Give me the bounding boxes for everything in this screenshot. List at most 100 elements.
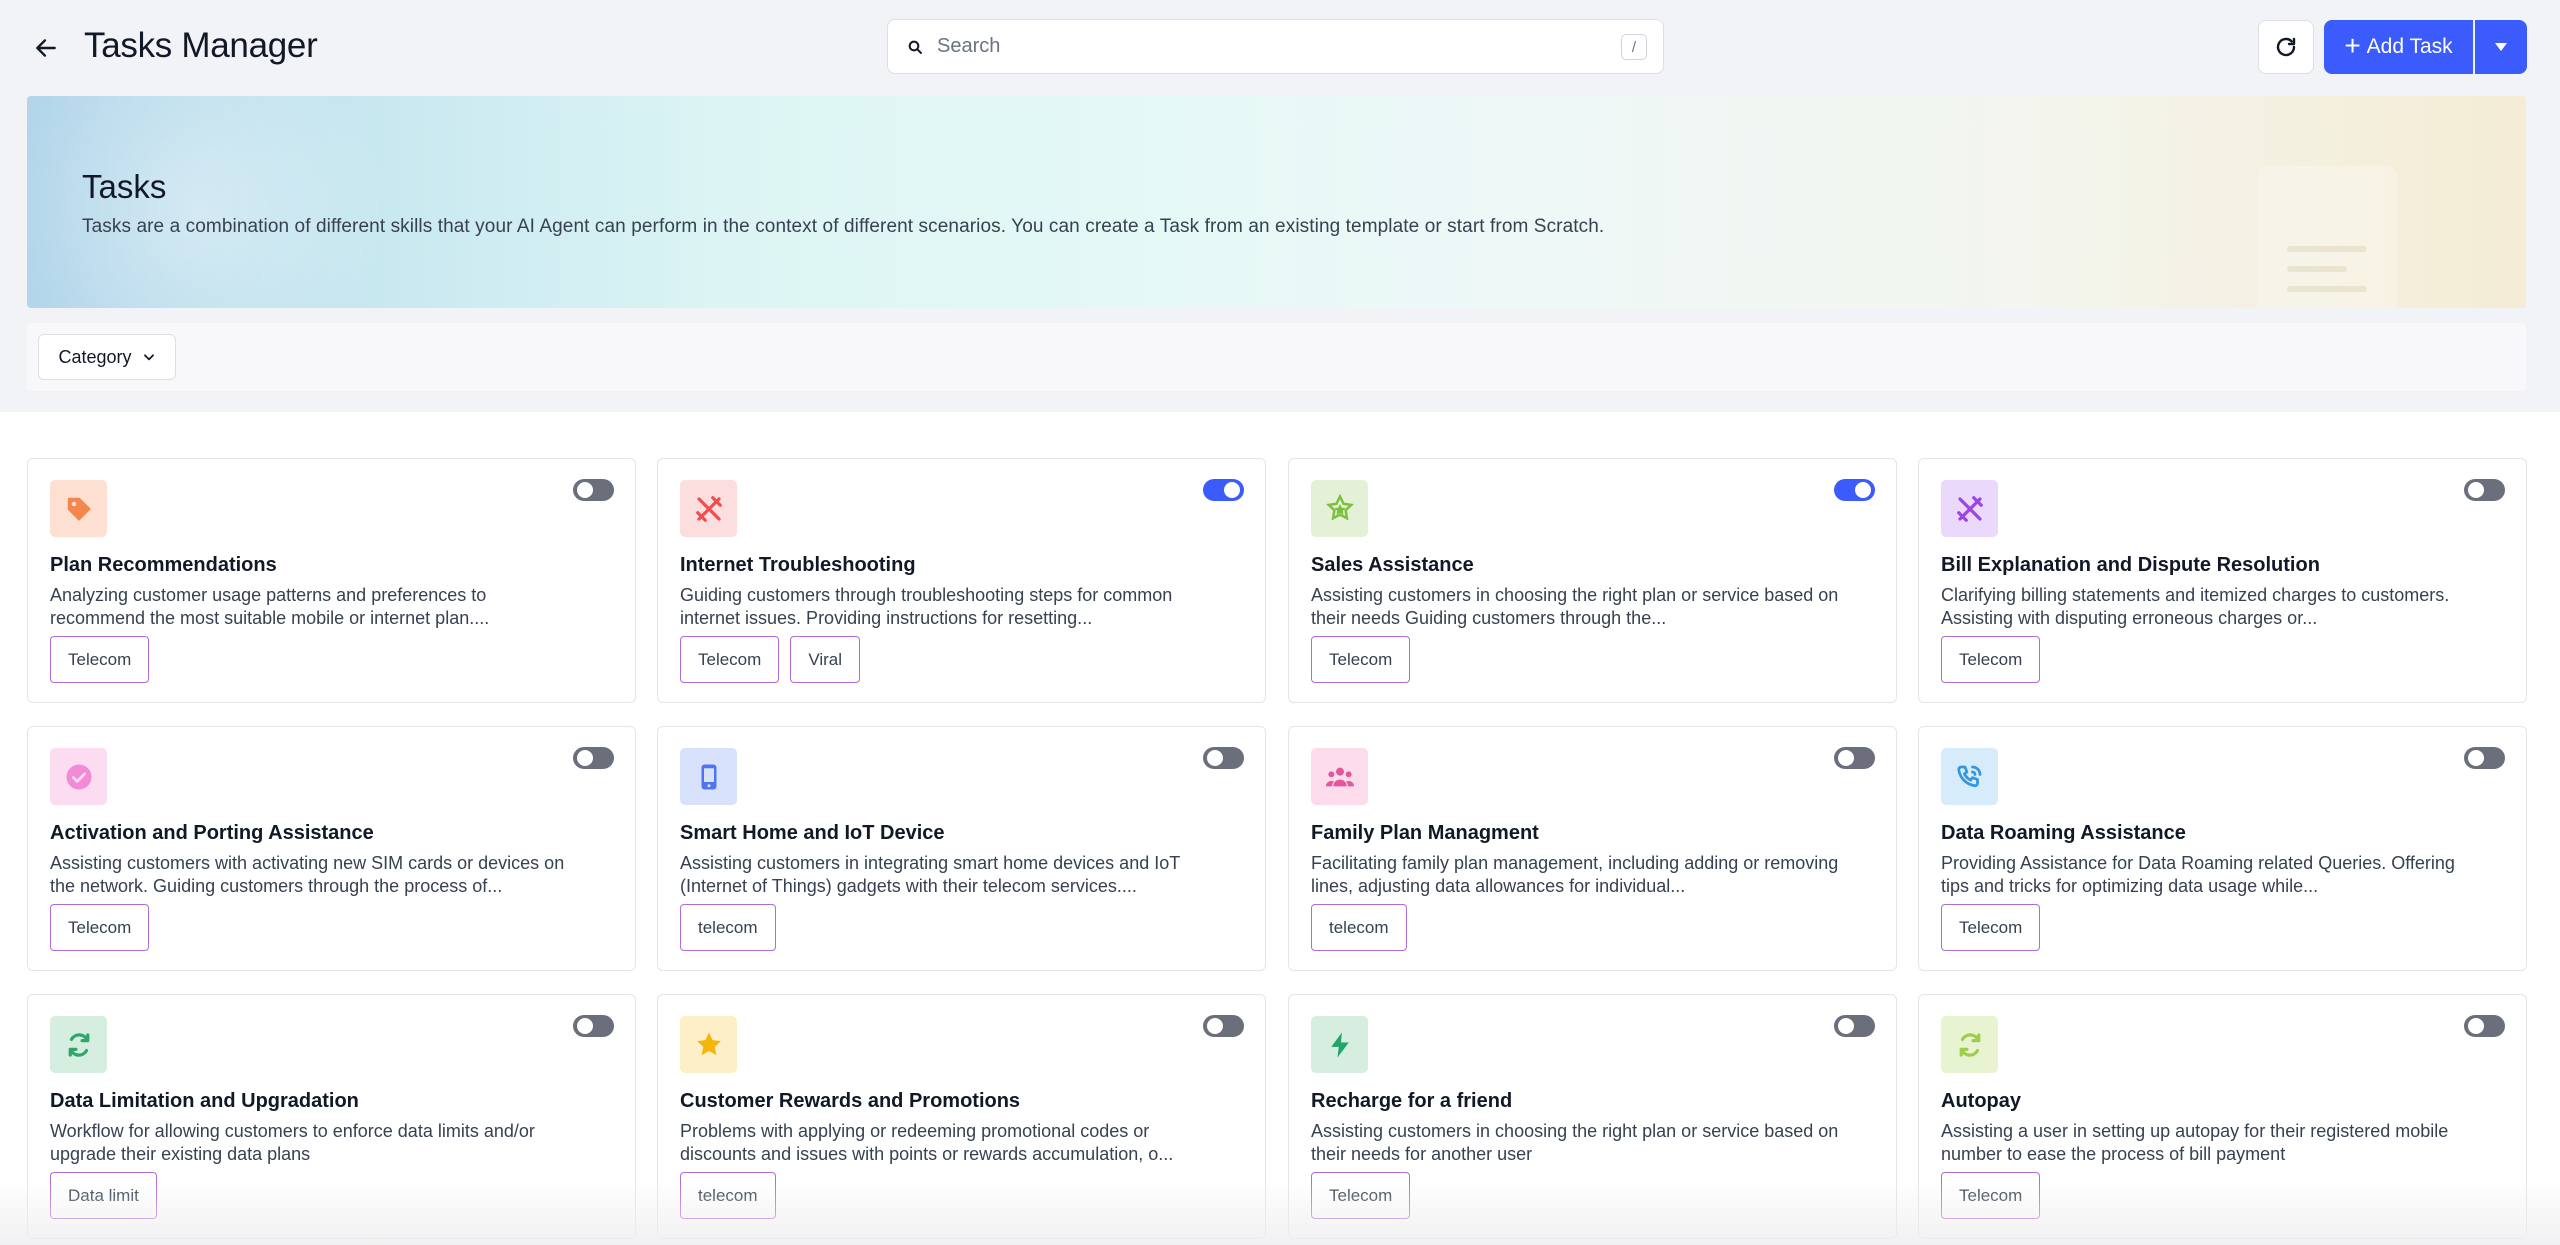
toggle-knob	[1838, 750, 1854, 766]
toggle-knob	[1855, 482, 1871, 498]
search-input[interactable]	[937, 35, 1617, 58]
task-card[interactable]: Data Limitation and Upgradation Workflow …	[27, 994, 636, 1239]
task-card-title: Data Roaming Assistance	[1941, 822, 2186, 844]
task-card[interactable]: Activation and Porting Assistance Assisti…	[27, 726, 636, 971]
task-card[interactable]: Internet Troubleshooting Guiding customer…	[657, 458, 1266, 703]
task-card-tags: Telecom	[50, 904, 150, 951]
category-tag[interactable]: telecom	[1311, 904, 1407, 951]
task-card-tags: telecom	[680, 904, 776, 951]
task-card-tags: Telecom	[1941, 1172, 2041, 1219]
category-tag[interactable]: Telecom	[1941, 904, 2041, 951]
task-card-description: Analyzing customer usage patterns and pr…	[50, 585, 490, 628]
bolt-icon	[1311, 1016, 1368, 1073]
task-enabled-toggle[interactable]	[573, 479, 614, 501]
header: Tasks Manager / + Add Task	[0, 0, 2560, 94]
toggle-knob	[577, 750, 593, 766]
toggle-knob	[1224, 482, 1240, 498]
category-tag[interactable]: telecom	[680, 1172, 776, 1219]
task-card-description: Workflow for allowing customers to enfor…	[50, 1121, 535, 1164]
task-card-description: Providing Assistance for Data Roaming re…	[1941, 853, 2455, 896]
task-enabled-toggle[interactable]	[1834, 1015, 1875, 1037]
star-badge-icon	[1311, 480, 1368, 537]
banner-description: Tasks are a combination of different ski…	[82, 216, 1605, 237]
task-card-title: Activation and Porting Assistance	[50, 822, 374, 844]
toggle-knob	[577, 1018, 593, 1034]
back-button[interactable]	[28, 30, 64, 66]
category-tag[interactable]: Telecom	[1311, 636, 1411, 683]
toggle-knob	[2468, 1018, 2484, 1034]
chevron-down-icon	[143, 354, 154, 361]
task-enabled-toggle[interactable]	[1834, 479, 1875, 501]
task-card[interactable]: Customer Rewards and Promotions Problems …	[657, 994, 1266, 1239]
task-card-description: Assisting customers in choosing the righ…	[1311, 1121, 1839, 1164]
task-card[interactable]: Bill Explanation and Dispute Resolution C…	[1918, 458, 2527, 703]
task-enabled-toggle[interactable]	[573, 1015, 614, 1037]
search-shortcut-hint: /	[1621, 34, 1647, 60]
add-task-dropdown-button[interactable]	[2475, 20, 2527, 74]
task-card-tags: Telecom	[1311, 636, 1411, 683]
tag-icon	[50, 480, 107, 537]
task-card[interactable]: Data Roaming Assistance Providing Assista…	[1918, 726, 2527, 971]
task-card-title: Sales Assistance	[1311, 554, 1474, 576]
add-task-label: Add Task	[2366, 35, 2453, 58]
caret-down-icon	[2495, 43, 2507, 51]
task-enabled-toggle[interactable]	[2464, 479, 2505, 501]
banner-illustration-line	[2287, 266, 2347, 272]
task-card-tags: Data limit	[50, 1172, 157, 1219]
category-filter-button[interactable]: Category	[38, 334, 176, 380]
task-enabled-toggle[interactable]	[1203, 1015, 1244, 1037]
search-box[interactable]: /	[887, 19, 1664, 74]
banner-illustration-line	[2287, 286, 2367, 292]
phone-call-icon	[1941, 748, 1998, 805]
task-card-tags: Telecom	[50, 636, 150, 683]
task-card-title: Bill Explanation and Dispute Resolution	[1941, 554, 2320, 576]
task-card-title: Family Plan Managment	[1311, 822, 1539, 844]
task-enabled-toggle[interactable]	[1203, 747, 1244, 769]
page-title: Tasks Manager	[84, 26, 318, 65]
category-tag[interactable]: telecom	[680, 904, 776, 951]
tools-icon	[680, 480, 737, 537]
task-enabled-toggle[interactable]	[2464, 1015, 2505, 1037]
task-card-description: Problems with applying or redeeming prom…	[680, 1121, 1174, 1164]
task-card-title: Autopay	[1941, 1090, 2021, 1112]
task-card-title: Internet Troubleshooting	[680, 554, 916, 576]
task-card[interactable]: Autopay Assisting a user in setting up au…	[1918, 994, 2527, 1239]
toggle-knob	[1207, 1018, 1223, 1034]
tasks-banner: Tasks Tasks are a combination of differe…	[27, 96, 2526, 308]
category-tag[interactable]: Telecom	[1941, 636, 2041, 683]
toggle-knob	[577, 482, 593, 498]
category-tag[interactable]: Data limit	[50, 1172, 157, 1219]
category-tag[interactable]: Telecom	[50, 636, 150, 683]
task-enabled-toggle[interactable]	[573, 747, 614, 769]
task-enabled-toggle[interactable]	[1834, 747, 1875, 769]
task-card-description: Clarifying billing statements and itemiz…	[1941, 585, 2450, 628]
task-enabled-toggle[interactable]	[2464, 747, 2505, 769]
task-card[interactable]: Plan Recommendations Analyzing customer u…	[27, 458, 636, 703]
category-tag[interactable]: Telecom	[680, 636, 780, 683]
task-card-description: Assisting customers in integrating smart…	[680, 853, 1180, 896]
task-card-title: Data Limitation and Upgradation	[50, 1090, 359, 1112]
task-card-tags: Telecom	[1941, 636, 2041, 683]
toggle-knob	[1207, 750, 1223, 766]
task-card-tags: telecom	[680, 1172, 776, 1219]
task-card-description: Assisting customers with activating new …	[50, 853, 565, 896]
category-tag[interactable]: Telecom	[1941, 1172, 2041, 1219]
search-icon	[907, 37, 927, 57]
task-card[interactable]: Recharge for a friend Assisting customers…	[1288, 994, 1897, 1239]
task-card-tags: telecom	[1311, 904, 1407, 951]
category-tag[interactable]: Telecom	[50, 904, 150, 951]
task-card[interactable]: Smart Home and IoT Device Assisting custo…	[657, 726, 1266, 971]
filter-bar: Category	[27, 323, 2526, 391]
category-tag[interactable]: Viral	[790, 636, 861, 683]
task-card[interactable]: Sales Assistance Assisting customers in c…	[1288, 458, 1897, 703]
task-card-title: Recharge for a friend	[1311, 1090, 1513, 1112]
task-enabled-toggle[interactable]	[1203, 479, 1244, 501]
task-card-tags: Telecom	[1311, 1172, 1411, 1219]
category-tag[interactable]: Telecom	[1311, 1172, 1411, 1219]
star-icon	[680, 1016, 737, 1073]
toggle-knob	[1838, 1018, 1854, 1034]
add-task-button[interactable]: + Add Task	[2324, 20, 2473, 74]
refresh-button[interactable]	[2258, 20, 2314, 74]
mobile-icon	[680, 748, 737, 805]
task-card[interactable]: Family Plan Managment Facilitating family…	[1288, 726, 1897, 971]
